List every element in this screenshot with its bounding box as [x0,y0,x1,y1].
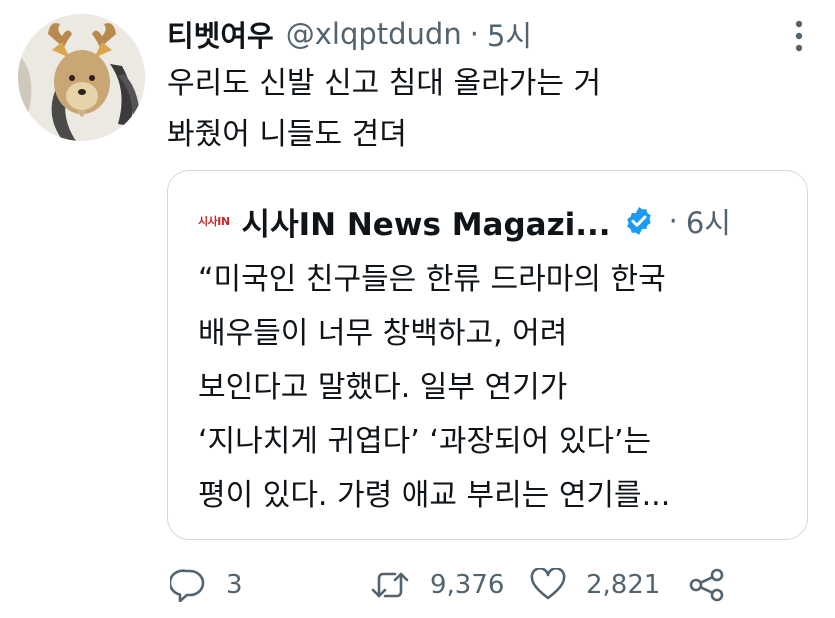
quoted-text-line: “미국인 친구들은 한류 드라마의 한국 [198,262,666,297]
reply-icon [170,569,205,602]
display-name[interactable]: 티벳여우 [167,13,274,55]
separator: · [469,17,479,51]
more-icon [795,20,803,52]
tweet-text: 우리도 신발 신고 침대 올라가는 거 봐줬어 니들도 견뎌 [167,58,797,160]
retweet-button[interactable]: 9,376 [370,568,530,602]
retweet-count: 9,376 [430,570,505,600]
user-handle[interactable]: @xlqptdudn [286,17,462,51]
tweet-text-line: 우리도 신발 신고 침대 올라가는 거 [167,66,602,101]
tweet-text-line: 봐줬어 니들도 견뎌 [167,117,407,152]
quoted-text-line: ‘지나치게 귀엽다’ ‘과장되어 있다’는 [198,424,652,459]
quoted-avatar-logo: 시사IN [198,215,230,228]
separator: · [668,204,678,238]
quoted-text-line: 보인다고 말했다. 일부 연기가 [198,370,568,405]
tweet-time[interactable]: 5시 [487,13,532,55]
quoted-display-name: 시사IN News Magazi... [241,206,611,243]
quoted-tweet-text: “미국인 친구들은 한류 드라마의 한국 배우들이 너무 창백하고, 어려 보인… [198,253,788,523]
like-count: 2,821 [586,570,661,600]
action-bar: 3 9,376 2,821 [170,563,730,607]
share-icon [689,568,724,602]
quoted-text-line: 배우들이 너무 창백하고, 어려 [198,316,568,351]
tweet-header: 티벳여우 @xlqptdudn · 5시 [167,14,817,54]
retweet-icon [371,572,409,598]
reply-count: 3 [226,570,243,600]
quoted-tweet-time: 6시 [685,206,731,240]
quoted-tweet[interactable]: 시사IN 시사IN News Magazi... · 6시 “미국인 친구들은 … [167,170,808,540]
fox-avatar-icon [18,14,145,141]
more-button[interactable] [781,18,817,54]
quoted-tweet-header: 시사IN 시사IN News Magazi... · 6시 [198,199,788,243]
avatar[interactable] [18,14,145,141]
verified-badge-icon [626,207,651,235]
reply-button[interactable]: 3 [170,568,370,602]
like-button[interactable]: 2,821 [530,568,688,602]
like-icon [530,568,566,600]
quoted-text-line: 평이 있다. 가령 애교 부리는 연기를... [198,478,671,513]
share-button[interactable] [688,568,726,602]
